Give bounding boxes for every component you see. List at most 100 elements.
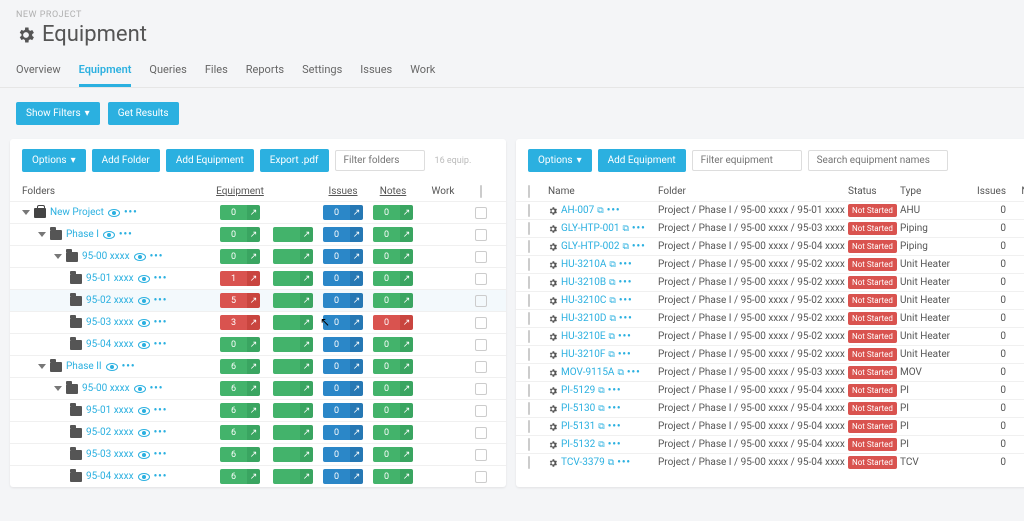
equipment-row[interactable]: PI-5129 ⧉ ••• Project / Phase I / 95-00 … (516, 381, 1024, 399)
row-checkbox[interactable] (528, 456, 530, 469)
breadcrumb[interactable]: NEW PROJECT (16, 10, 1008, 20)
more-icon[interactable]: ••• (154, 427, 168, 438)
copy-icon[interactable]: ⧉ (609, 278, 615, 288)
copy-icon[interactable]: ⧉ (598, 386, 604, 396)
col-issues-r[interactable]: Issues (964, 186, 1006, 197)
row-checkbox[interactable] (475, 339, 487, 351)
more-icon[interactable]: ••• (619, 277, 633, 288)
row-checkbox[interactable] (475, 207, 487, 219)
get-results-button[interactable]: Get Results (108, 102, 179, 125)
equipment-row[interactable]: AH-007 ⧉ ••• Project / Phase I / 95-00 x… (516, 201, 1024, 219)
count-pill[interactable]: ↗ (273, 315, 313, 330)
count-pill[interactable]: 0↗ (220, 227, 260, 242)
folder-name[interactable]: 95-04 xxxx (86, 471, 134, 482)
more-icon[interactable]: ••• (608, 439, 622, 450)
row-checkbox[interactable] (528, 348, 530, 361)
equipment-row[interactable]: GLY-HTP-002 ⧉ ••• Project / Phase I / 95… (516, 237, 1024, 255)
folder-name[interactable]: 95-01 xxxx (86, 405, 134, 416)
count-pill[interactable]: 6↗ (220, 447, 260, 462)
eye-icon[interactable] (138, 473, 150, 481)
more-icon[interactable]: ••• (608, 421, 622, 432)
equipment-name[interactable]: HU-3210D (561, 313, 606, 324)
copy-icon[interactable]: ⧉ (609, 332, 615, 342)
eye-icon[interactable] (138, 407, 150, 415)
copy-icon[interactable]: ⧉ (609, 260, 615, 270)
equipment-row[interactable]: HU-3210C ⧉ ••• Project / Phase I / 95-00… (516, 291, 1024, 309)
equipment-row[interactable]: PI-5130 ⧉ ••• Project / Phase I / 95-00 … (516, 399, 1024, 417)
folder-name[interactable]: 95-00 xxxx (82, 251, 130, 262)
equipment-name[interactable]: AH-007 (561, 205, 594, 216)
count-pill[interactable]: 0↗ (323, 227, 363, 242)
copy-icon[interactable]: ⧉ (598, 440, 604, 450)
eye-icon[interactable] (138, 297, 150, 305)
folder-name[interactable]: 95-03 xxxx (86, 317, 134, 328)
row-checkbox[interactable] (528, 276, 530, 289)
tab-issues[interactable]: Issues (360, 55, 392, 87)
equipment-row[interactable]: HU-3210E ⧉ ••• Project / Phase I / 95-00… (516, 327, 1024, 345)
eye-icon[interactable] (138, 341, 150, 349)
count-pill[interactable]: 1↗ (220, 271, 260, 286)
tab-reports[interactable]: Reports (246, 55, 284, 87)
folder-row[interactable]: 95-03 xxxx ••• 6↗ ↗ 0↗ 0↗ (10, 443, 506, 465)
equipment-name[interactable]: PI-5130 (561, 403, 595, 414)
equipment-name[interactable]: MOV-9115A (561, 367, 614, 378)
count-pill[interactable]: 0↗ (373, 425, 413, 440)
count-pill[interactable]: ↗ (273, 293, 313, 308)
count-pill[interactable]: 0↗ (373, 205, 413, 220)
count-pill[interactable]: ↗ (273, 447, 313, 462)
count-pill[interactable]: 6↗ (220, 469, 260, 484)
copy-icon[interactable]: ⧉ (608, 458, 614, 468)
col-folder[interactable]: Folder (658, 186, 848, 197)
more-icon[interactable]: ••• (632, 223, 646, 234)
add-equipment-button[interactable]: Add Equipment (166, 149, 254, 172)
row-checkbox[interactable] (475, 251, 487, 263)
more-icon[interactable]: ••• (619, 313, 633, 324)
tab-equipment[interactable]: Equipment (79, 55, 132, 87)
more-icon[interactable]: ••• (154, 471, 168, 482)
folder-row[interactable]: 95-00 xxxx ••• 6↗ ↗ 0↗ 0↗ (10, 377, 506, 399)
more-icon[interactable]: ••• (119, 229, 133, 240)
count-pill[interactable]: 0↗ (220, 249, 260, 264)
row-checkbox[interactable] (528, 384, 530, 397)
count-pill[interactable]: 0↗ (373, 359, 413, 374)
equipment-row[interactable]: GLY-HTP-001 ⧉ ••• Project / Phase I / 95… (516, 219, 1024, 237)
more-icon[interactable]: ••• (154, 405, 168, 416)
folder-row[interactable]: 95-01 xxxx ••• 1↗ ↗ 0↗ 0↗ (10, 267, 506, 289)
more-icon[interactable]: ••• (608, 385, 622, 396)
filter-folders-input[interactable] (335, 150, 425, 171)
export-pdf-button[interactable]: Export .pdf (260, 149, 329, 172)
row-checkbox[interactable] (528, 240, 530, 253)
eye-icon[interactable] (138, 275, 150, 283)
row-checkbox[interactable] (528, 204, 530, 217)
count-pill[interactable]: 0↗ (323, 271, 363, 286)
equipment-name[interactable]: GLY-HTP-001 (561, 223, 619, 234)
row-checkbox[interactable] (475, 405, 487, 417)
more-icon[interactable]: ••• (627, 367, 641, 378)
select-all-checkbox[interactable] (480, 185, 482, 198)
eye-icon[interactable] (138, 451, 150, 459)
more-icon[interactable]: ••• (619, 295, 633, 306)
folder-name[interactable]: 95-00 xxxx (82, 383, 130, 394)
chevron-icon[interactable] (38, 364, 46, 369)
count-pill[interactable]: 0↗ (373, 249, 413, 264)
copy-icon[interactable]: ⧉ (598, 422, 604, 432)
show-filters-button[interactable]: Show Filters ▾ (16, 102, 100, 125)
add-equipment-button-right[interactable]: Add Equipment (598, 149, 686, 172)
select-all-equip-checkbox[interactable] (528, 185, 530, 198)
chevron-icon[interactable] (22, 210, 30, 215)
col-name[interactable]: Name (548, 186, 658, 197)
eye-icon[interactable] (134, 253, 146, 261)
count-pill[interactable]: 0↗ (373, 315, 413, 330)
folder-row[interactable]: 95-03 xxxx ••• 3↗ ↗ 0↗ 0↗ (10, 311, 506, 333)
row-checkbox[interactable] (475, 383, 487, 395)
folder-name[interactable]: Phase I (66, 229, 99, 240)
count-pill[interactable]: ↗ (273, 337, 313, 352)
folder-row[interactable]: Phase II ••• 6↗ ↗ 0↗ 0↗ (10, 355, 506, 377)
tab-settings[interactable]: Settings (302, 55, 342, 87)
more-icon[interactable]: ••• (154, 273, 168, 284)
row-checkbox[interactable] (475, 295, 487, 307)
count-pill[interactable]: ↗ (273, 359, 313, 374)
row-checkbox[interactable] (475, 449, 487, 461)
count-pill[interactable]: 0↗ (220, 205, 260, 220)
eye-icon[interactable] (138, 319, 150, 327)
